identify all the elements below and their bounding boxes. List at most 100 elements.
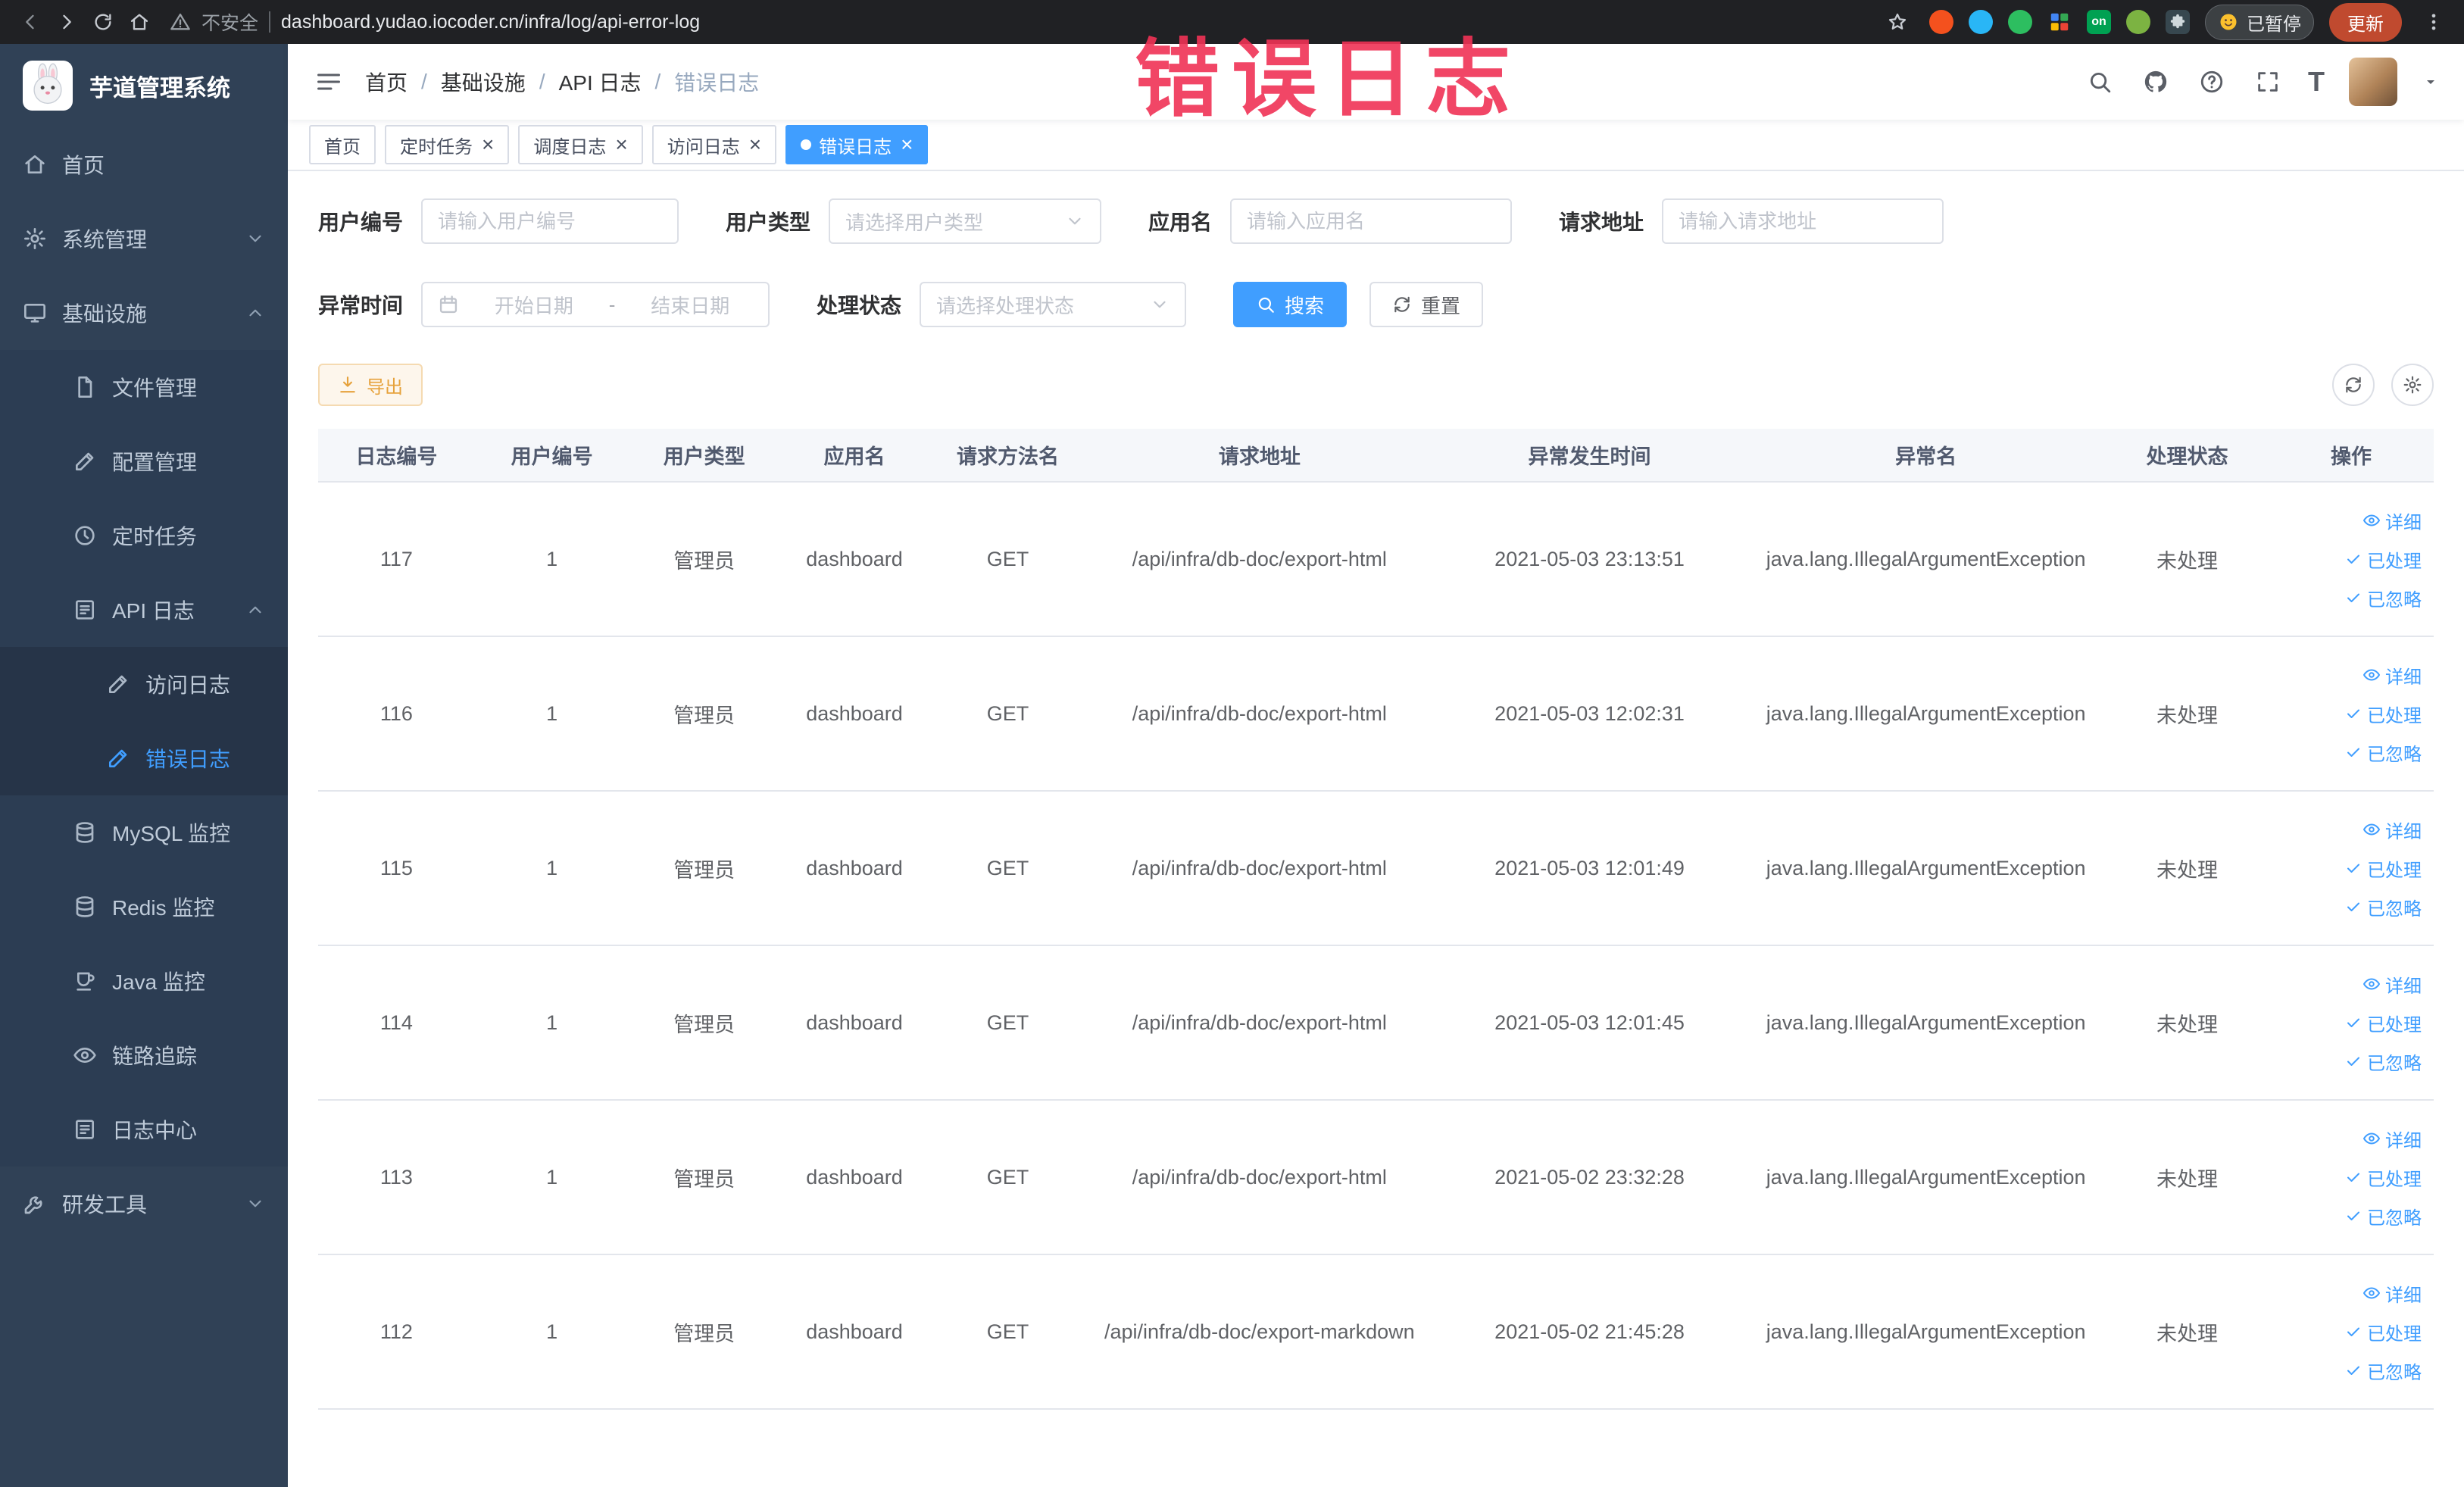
action-label: 已处理 [2367,1014,2422,1036]
app-logo[interactable]: 芋道管理系统 [0,44,288,127]
breadcrumb-item[interactable]: 首页 [365,67,408,97]
sidebar-item-label: 基础设施 [62,302,148,326]
sidebar-item-error-log[interactable]: 错误日志 [0,721,288,795]
reload-icon[interactable] [86,5,120,39]
tab-access-log[interactable]: 访问日志 × [651,125,777,164]
back-icon[interactable] [14,5,47,39]
action-detail[interactable]: 详细 [2363,662,2422,689]
action-processed[interactable]: 已处理 [2344,1164,2422,1191]
extension-icon-2[interactable] [1969,10,1993,34]
job-icon [73,523,97,548]
action-label: 详细 [2385,512,2422,533]
breadcrumb-item[interactable]: 基础设施 [441,67,526,97]
home-icon[interactable] [123,5,156,39]
action-ignored[interactable]: 已忽略 [2344,1048,2422,1075]
hamburger-icon[interactable] [312,65,345,98]
action-processed[interactable]: 已处理 [2344,1319,2422,1345]
update-button[interactable]: 更新 [2329,2,2402,42]
extension-puzzle-icon[interactable] [2166,10,2190,34]
action-detail[interactable]: 详细 [2363,1126,2422,1152]
action-ignored[interactable]: 已忽略 [2344,1203,2422,1229]
close-icon[interactable]: × [482,134,494,155]
browser-menu-icon[interactable] [2417,5,2450,39]
settings-button[interactable] [2391,364,2434,406]
sidebar-item-access-log[interactable]: 访问日志 [0,647,288,721]
sidebar-item-mysql[interactable]: MySQL 监控 [0,795,288,870]
sidebar-item-dev-tools[interactable]: 研发工具 [0,1167,288,1241]
sidebar-item-trace[interactable]: 链路追踪 [0,1018,288,1092]
action-processed[interactable]: 已处理 [2344,855,2422,882]
cell-user_type: 管理员 [629,636,779,792]
tab-job-log[interactable]: 调度日志 × [518,125,643,164]
sidebar-item-config[interactable]: 配置管理 [0,424,288,498]
filter-label: 处理状态 [817,294,902,317]
github-icon[interactable] [2140,66,2172,98]
sidebar-item-java[interactable]: Java 监控 [0,944,288,1018]
sidebar-item-system[interactable]: 系统管理 [0,201,288,276]
action-processed[interactable]: 已处理 [2344,1010,2422,1036]
action-processed[interactable]: 已处理 [2344,546,2422,573]
bookmark-star-icon[interactable] [1881,5,1914,39]
tab-error-log[interactable]: 错误日志 × [785,125,929,164]
sidebar-item-label: 链路追踪 [112,1045,198,1068]
sidebar-item-redis[interactable]: Redis 监控 [0,870,288,944]
action-ignored[interactable]: 已忽略 [2344,894,2422,920]
close-icon[interactable]: × [615,134,627,155]
forward-icon[interactable] [50,5,83,39]
user-type-select[interactable]: 请选择用户类型 [829,198,1102,244]
user-id-input[interactable] [421,198,679,244]
sidebar-item-home[interactable]: 首页 [0,127,288,201]
error-log-table: 日志编号 用户编号 用户类型 应用名 请求方法名 请求地址 异常发生时间 异常名 处理状态 操作 … [318,429,2434,1410]
sidebar-item-label: MySQL 监控 [112,822,231,845]
close-icon[interactable]: × [901,134,913,155]
close-icon[interactable]: × [749,134,761,155]
sidebar-item-label: Redis 监控 [112,896,215,920]
request-url-input[interactable] [1662,198,1944,244]
search-button[interactable]: 搜索 [1233,282,1348,327]
paused-badge[interactable]: 已暂停 [2205,4,2314,40]
process-status-select[interactable]: 请选择处理状态 [920,282,1187,327]
address-bar[interactable]: 不安全 dashboard.yudao.iocoder.cn/infra/log… [170,8,1878,36]
tab-job[interactable]: 定时任务 × [385,125,510,164]
check-icon [2344,898,2363,916]
action-detail[interactable]: 详细 [2363,508,2422,534]
app-name-input[interactable] [1230,198,1513,244]
caret-down-icon[interactable] [2422,73,2440,91]
action-detail[interactable]: 详细 [2363,817,2422,843]
action-ignored[interactable]: 已忽略 [2344,1357,2422,1384]
extension-icon-1[interactable] [1929,10,1953,34]
action-detail[interactable]: 详细 [2363,1280,2422,1307]
extension-grid-icon[interactable] [2047,10,2072,34]
active-tab-dot [801,139,812,150]
reset-button[interactable]: 重置 [1369,282,1484,327]
action-label: 已处理 [2367,1169,2422,1190]
sidebar-item-infra[interactable]: 基础设施 [0,276,288,350]
file-icon [73,375,97,399]
action-processed[interactable]: 已处理 [2344,701,2422,727]
extension-on-badge[interactable]: on [2087,10,2111,34]
cell-url: /api/infra/db-doc/export-html [1085,945,1433,1101]
cell-status: 未处理 [2106,945,2269,1101]
help-icon[interactable] [2196,66,2228,98]
tab-home[interactable]: 首页 [309,125,376,164]
search-icon[interactable] [2084,66,2116,98]
sidebar-item-log-center[interactable]: 日志中心 [0,1092,288,1167]
extension-icon-3[interactable] [2008,10,2032,34]
avatar[interactable] [2349,58,2397,106]
action-detail[interactable]: 详细 [2363,971,2422,998]
sidebar-item-job[interactable]: 定时任务 [0,498,288,573]
action-ignored[interactable]: 已忽略 [2344,739,2422,766]
refresh-icon [2344,375,2363,395]
download-icon [338,375,358,395]
fullscreen-icon[interactable] [2252,66,2284,98]
date-range-picker[interactable]: 开始日期 - 结束日期 [421,282,770,327]
refresh-button[interactable] [2332,364,2375,406]
sidebar-item-file[interactable]: 文件管理 [0,350,288,424]
extension-icon-6[interactable] [2126,10,2150,34]
font-size-icon[interactable]: T [2308,68,2325,95]
export-button[interactable]: 导出 [318,364,423,406]
sidebar-item-api-log[interactable]: API 日志 [0,573,288,647]
breadcrumb-item[interactable]: API 日志 [559,67,642,97]
eye-icon [2363,666,2381,684]
action-ignored[interactable]: 已忽略 [2344,585,2422,611]
